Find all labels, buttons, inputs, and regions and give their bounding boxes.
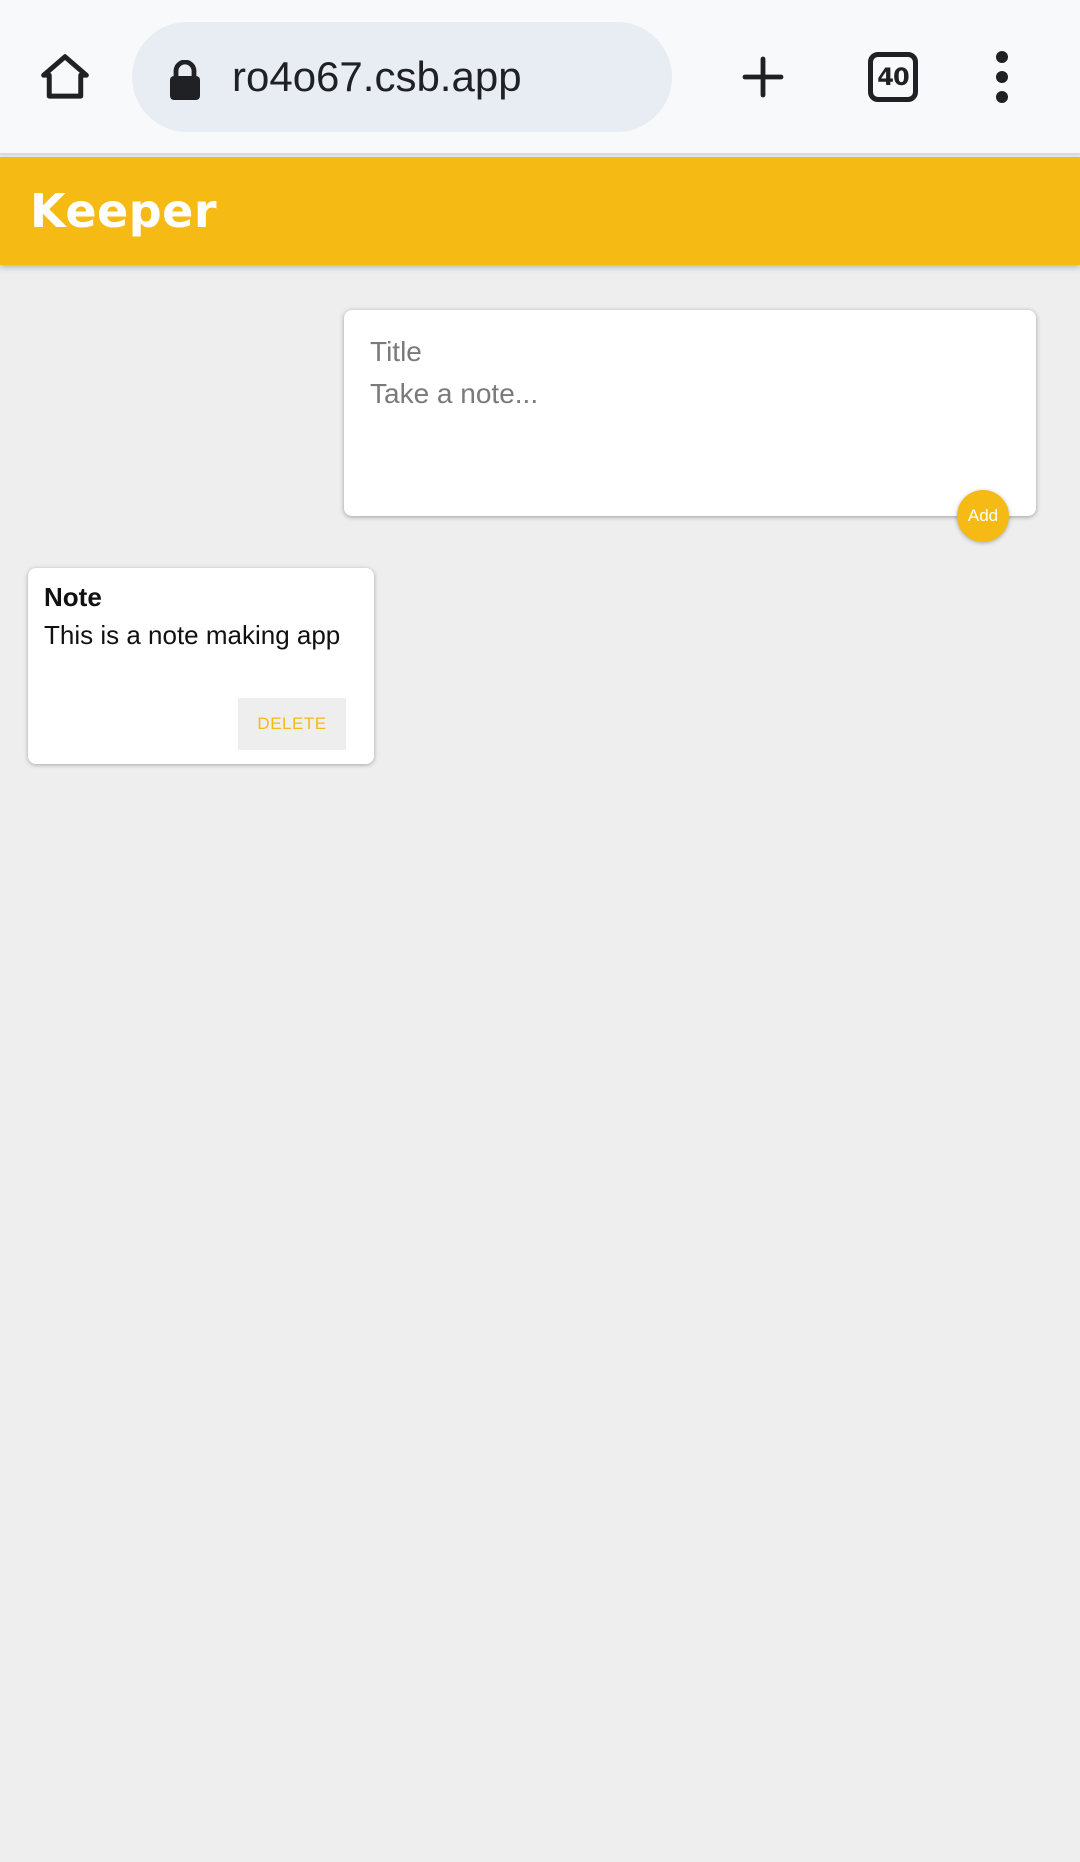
plus-icon	[742, 56, 784, 98]
note-title: Note	[44, 582, 102, 612]
tab-count: 40	[877, 63, 909, 91]
home-icon	[41, 54, 89, 99]
browser-menu-button[interactable]	[980, 44, 1024, 110]
more-vert-dot	[996, 91, 1008, 103]
note-card: Note This is a note making app DELETE	[28, 568, 374, 764]
address-bar[interactable]: ro4o67.csb.app	[132, 22, 672, 132]
create-note-form	[344, 310, 1036, 516]
more-vert-dot	[996, 71, 1008, 83]
note-title-input[interactable]	[370, 332, 1010, 372]
delete-note-button[interactable]: DELETE	[238, 698, 346, 750]
home-button[interactable]	[32, 44, 98, 110]
tab-switcher-button[interactable]: 40	[868, 52, 918, 102]
app-header: Keeper	[0, 157, 1080, 265]
browser-toolbar: ro4o67.csb.app 40	[0, 0, 1080, 155]
new-tab-button[interactable]	[730, 44, 796, 110]
note-content: This is a note making app	[44, 620, 341, 650]
url-text[interactable]: ro4o67.csb.app	[232, 22, 522, 132]
add-note-button[interactable]: Add	[957, 490, 1009, 542]
app-title: Keeper	[30, 184, 218, 238]
more-vert-icon	[996, 51, 1008, 63]
lock-icon	[170, 60, 200, 100]
note-content-input[interactable]	[370, 378, 1010, 498]
